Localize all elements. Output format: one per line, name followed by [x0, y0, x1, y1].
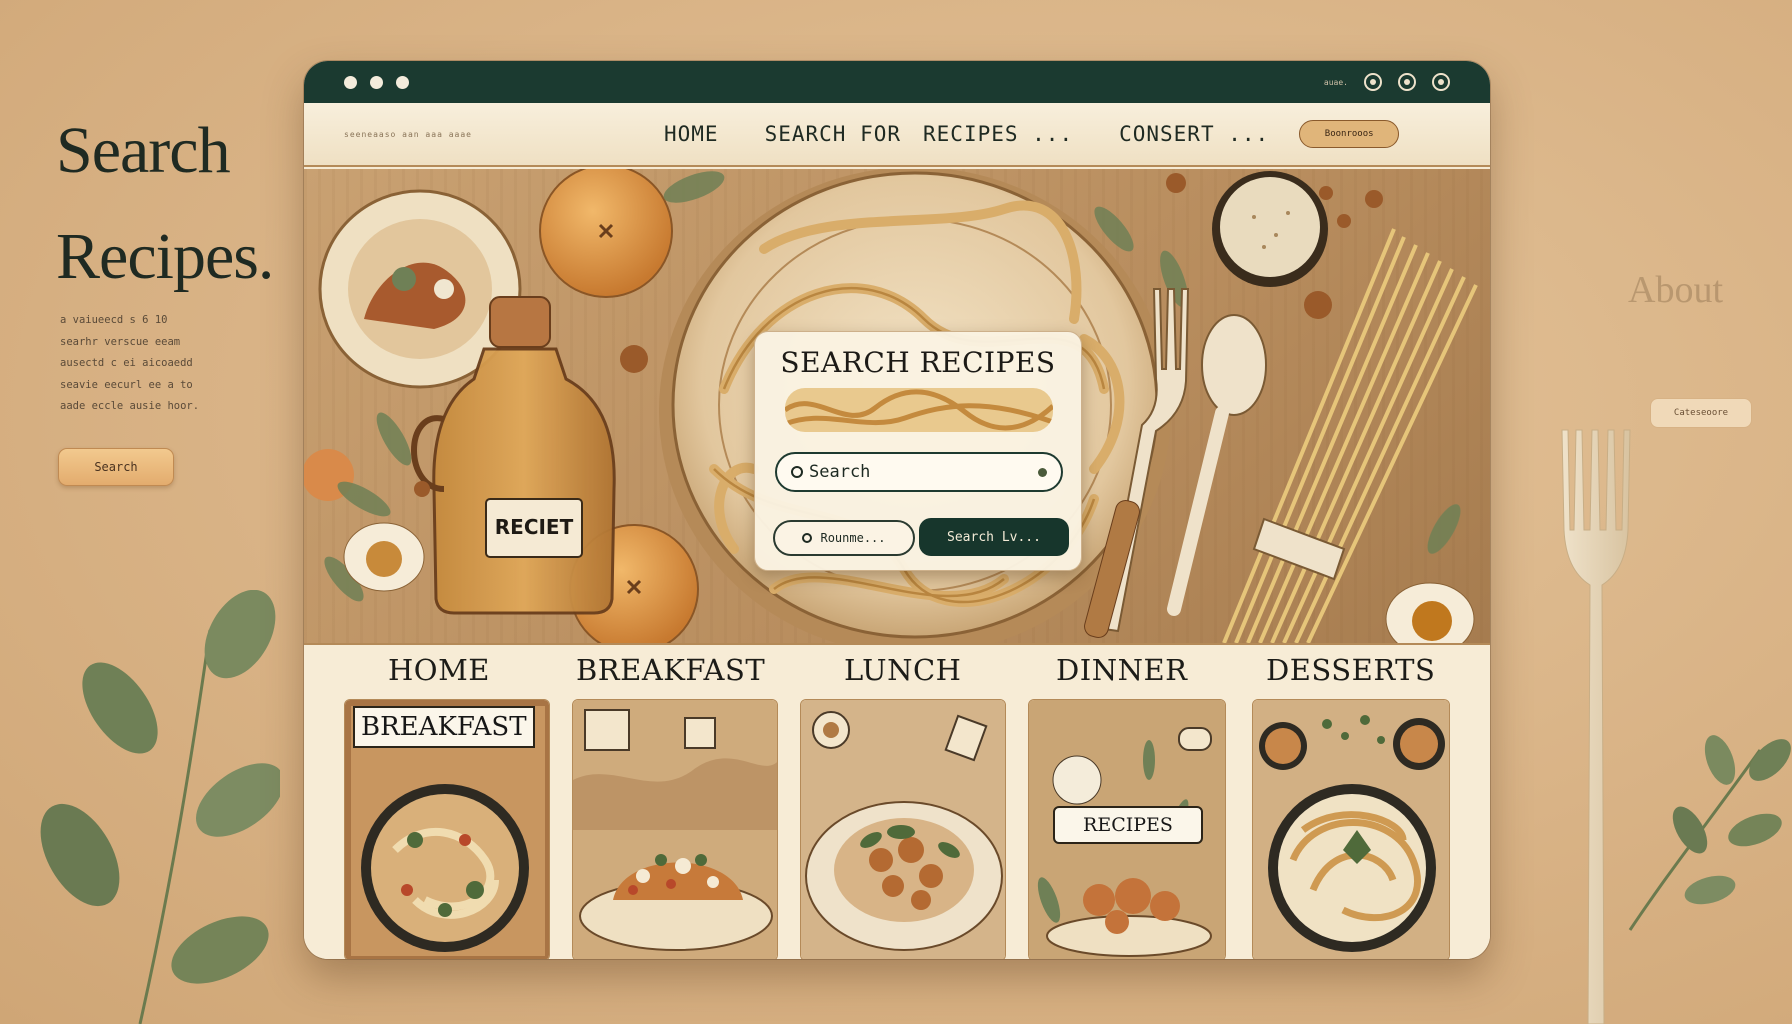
category-card-desserts[interactable]	[1252, 699, 1450, 959]
reset-icon	[802, 533, 813, 543]
tab-dinner[interactable]: DINNER	[1056, 653, 1187, 687]
promo-search-button[interactable]: Search	[58, 448, 174, 486]
tab-home[interactable]: HOME	[388, 653, 490, 687]
nav-link-home[interactable]: HOME	[664, 122, 719, 146]
recipe-search-input[interactable]: Search	[775, 452, 1063, 492]
about-label: About	[1628, 269, 1723, 311]
card-label-breakfast: BREAKFAST	[353, 706, 535, 748]
pasta-preview-image	[785, 388, 1053, 432]
leaf-branch-left-icon	[40, 590, 280, 1024]
settings-icon[interactable]	[1364, 73, 1382, 91]
site-brand[interactable]: seeneaaso aan aaa aaae	[344, 130, 664, 139]
tab-breakfast[interactable]: BREAKFAST	[576, 653, 765, 687]
promo-line: searhr verscue eeam	[60, 335, 181, 348]
window-maximize-dot[interactable]	[396, 75, 409, 89]
window-minimize-dot[interactable]	[370, 75, 383, 89]
tab-lunch[interactable]: LUNCH	[844, 653, 961, 687]
category-card-lunch[interactable]	[572, 699, 778, 959]
profile-icon[interactable]	[1432, 73, 1450, 91]
voice-search-icon[interactable]	[1038, 467, 1047, 477]
search-submit-button[interactable]: Search Lv...	[919, 518, 1069, 556]
category-tabs: HOME BREAKFAST LUNCH DINNER DESSERTS	[304, 653, 1490, 699]
promo-title-line2: Recipes.	[56, 220, 274, 293]
browser-window: auae. seeneaaso aan aaa aaae HOME SEARCH…	[304, 61, 1490, 959]
promo-line: aade eccle ausie hoor.	[60, 400, 200, 412]
bottle-label: RECIET	[494, 515, 574, 539]
promo-line: ausectd c ei aicoaedd	[60, 357, 193, 369]
titlebar-controls: auae.	[1324, 73, 1450, 91]
window-titlebar: auae.	[304, 61, 1490, 103]
leaf-branch-right-icon	[1628, 735, 1791, 931]
category-card-recipes[interactable]: RECIPES	[1028, 699, 1226, 959]
promo-line: seavie eecurl ee a to	[60, 378, 193, 391]
nav-cta-button[interactable]: Boonrooos	[1299, 120, 1400, 148]
search-input-placeholder: Search	[809, 462, 871, 482]
promo-title: Search Recipes.	[56, 98, 316, 310]
hero-banner: RECIET SEARCH RECIPES Search Rounme... S…	[304, 169, 1490, 643]
category-card-breakfast[interactable]: BREAKFAST	[344, 699, 550, 959]
titlebar-text: auae.	[1323, 77, 1348, 87]
window-close-dot[interactable]	[344, 75, 357, 89]
nav-link-search-for[interactable]: SEARCH FOR	[765, 122, 901, 146]
category-section: HOME BREAKFAST LUNCH DINNER DESSERTS BRE…	[304, 643, 1490, 959]
search-card: SEARCH RECIPES Search Rounme... Search L…	[754, 331, 1082, 571]
nav-link-recipes[interactable]: RECIPES ...	[923, 122, 1073, 146]
reset-button-label: Rounme...	[820, 531, 886, 545]
card-label-recipes: RECIPES	[1053, 806, 1203, 844]
promo-line: a vaiueecd s 6 10	[60, 314, 168, 326]
categories-pill-button[interactable]: Cateseoore	[1650, 398, 1752, 428]
promo-title-line1: Search	[56, 114, 231, 187]
search-icon	[791, 466, 803, 478]
top-navigation: seeneaaso aan aaa aaae HOME SEARCH FOR R…	[304, 103, 1490, 167]
category-card-dinner[interactable]	[800, 699, 1006, 959]
reset-button[interactable]: Rounme...	[773, 520, 915, 556]
tab-desserts[interactable]: DESSERTS	[1266, 653, 1435, 687]
promo-description: a vaiueecd s 6 10 searhr verscue eeam au…	[60, 310, 260, 418]
nav-link-consert[interactable]: CONSERT ...	[1119, 122, 1269, 146]
location-icon[interactable]	[1398, 73, 1416, 91]
search-card-title: SEARCH RECIPES	[780, 346, 1056, 379]
